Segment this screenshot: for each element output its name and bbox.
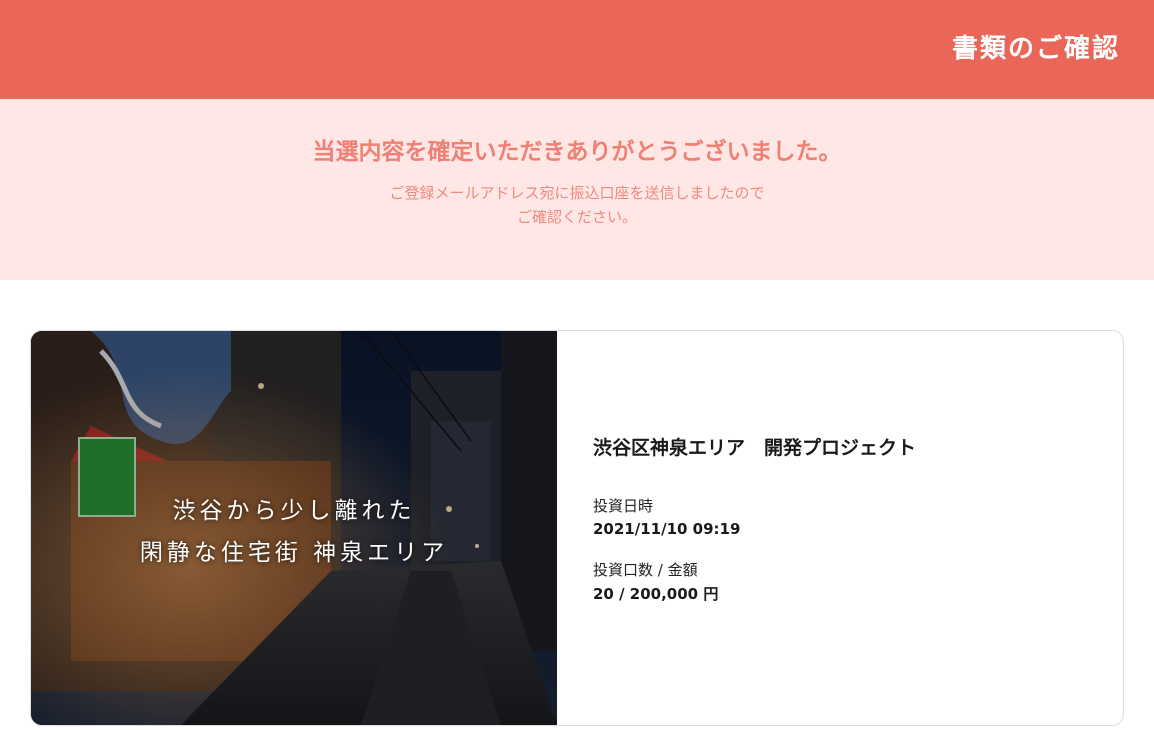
units-amount-label: 投資口数 / 金額 bbox=[593, 561, 698, 579]
project-info: 渋谷区神泉エリア 開発プロジェクト 投資日時 2021/11/10 09:19 … bbox=[593, 331, 1093, 725]
project-name: 渋谷区神泉エリア 開発プロジェクト bbox=[593, 437, 917, 459]
confirmation-banner: 当選内容を確定いただきありがとうございました。 ご登録メールアドレス宛に振込口座… bbox=[0, 99, 1154, 280]
investment-date-value: 2021/11/10 09:19 bbox=[593, 520, 741, 538]
page-title: 書類のご確認 bbox=[951, 34, 1120, 64]
project-card: 渋谷から少し離れた 閑静な住宅街 神泉エリア 渋谷区神泉エリア 開発プロジェクト… bbox=[30, 330, 1124, 726]
units-amount-value: 20 / 200,000 円 bbox=[593, 585, 719, 603]
investment-date-label: 投資日時 bbox=[593, 497, 654, 515]
confirmation-message-line2: ご確認ください。 bbox=[516, 208, 637, 226]
confirmation-heading: 当選内容を確定いただきありがとうございました。 bbox=[312, 139, 842, 165]
confirmation-message: ご登録メールアドレス宛に振込口座を送信しましたので ご確認ください。 bbox=[0, 181, 1154, 229]
photo-caption-line2: 閑静な住宅街 神泉エリア bbox=[139, 540, 449, 566]
project-photo: 渋谷から少し離れた 閑静な住宅街 神泉エリア bbox=[31, 331, 557, 725]
confirmation-message-line1: ご登録メールアドレス宛に振込口座を送信しましたので bbox=[389, 184, 765, 202]
photo-caption-line1: 渋谷から少し離れた bbox=[172, 498, 416, 524]
page-header: 書類のご確認 bbox=[0, 0, 1154, 99]
